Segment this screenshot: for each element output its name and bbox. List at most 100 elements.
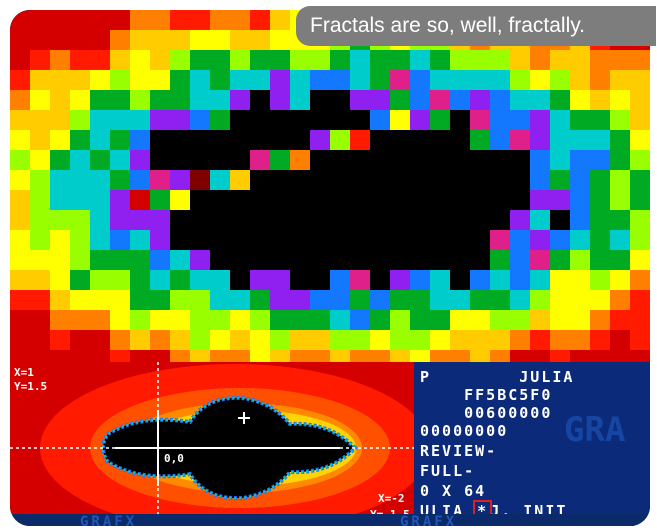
- fractal-pixel: [450, 310, 470, 330]
- fractal-pixel: [90, 290, 110, 310]
- fractal-pixel: [90, 90, 110, 110]
- fractal-pixel: [270, 250, 290, 270]
- fractal-pixel: [610, 110, 630, 130]
- readout-x-max: X=1: [14, 366, 34, 379]
- fractal-pixel: [170, 190, 190, 210]
- fractal-pixel: [590, 350, 610, 362]
- fractal-pixel: [610, 270, 630, 290]
- fractal-pixel: [70, 210, 90, 230]
- fractal-pixel: [610, 70, 630, 90]
- fractal-pixel: [190, 110, 210, 130]
- fractal-pixel: [390, 50, 410, 70]
- info-line-value[interactable]: 00000000: [420, 422, 644, 440]
- fractal-pixel: [530, 310, 550, 330]
- fractal-pixel: [70, 310, 90, 330]
- fractal-pixel: [130, 270, 150, 290]
- fractal-pixel: [150, 210, 170, 230]
- fractal-pixel: [570, 150, 590, 170]
- fractal-pixel: [70, 30, 90, 50]
- fractal-pixel: [550, 250, 570, 270]
- fractal-pixel: [10, 330, 30, 350]
- fractal-pixel: [110, 170, 130, 190]
- fractal-pixel: [210, 310, 230, 330]
- fractal-pixel: [90, 130, 110, 150]
- fractal-pixel: [470, 310, 490, 330]
- fractal-pixel: [30, 70, 50, 90]
- fractal-pixel: [10, 230, 30, 250]
- fractal-pixel: [110, 250, 130, 270]
- info-line-color-2[interactable]: 00600000: [420, 404, 644, 422]
- fractal-pixel: [150, 150, 170, 170]
- fractal-pixel: [630, 130, 650, 150]
- fractal-pixel: [570, 210, 590, 230]
- fractal-pixel: [370, 130, 390, 150]
- fractal-pixel: [110, 290, 130, 310]
- fractal-pixel: [90, 50, 110, 70]
- fractal-pixel: [310, 130, 330, 150]
- fractal-pixel: [230, 310, 250, 330]
- fractal-pixel: [350, 150, 370, 170]
- fractal-pixel: [230, 110, 250, 130]
- fractal-pixel: [570, 350, 590, 362]
- fractal-pixel: [350, 90, 370, 110]
- fractal-pixel: [30, 190, 50, 210]
- fractal-pixel: [410, 170, 430, 190]
- fractal-pixel: [570, 170, 590, 190]
- fractal-pixel: [190, 50, 210, 70]
- fractal-pixel: [110, 150, 130, 170]
- fractal-pixel: [130, 50, 150, 70]
- fractal-pixel: [250, 90, 270, 110]
- fractal-pixel: [50, 230, 70, 250]
- fractal-pixel: [350, 50, 370, 70]
- fractal-pixel: [350, 170, 370, 190]
- fractal-pixel: [510, 330, 530, 350]
- info-line-mode[interactable]: P JULIA: [420, 368, 644, 386]
- info-line-color-1[interactable]: FF5BC5F0: [420, 386, 644, 404]
- fractal-pixel: [190, 190, 210, 210]
- fractal-zoom-view: [10, 10, 650, 362]
- fractal-pixel: [10, 290, 30, 310]
- fractal-pixel: [250, 270, 270, 290]
- fractal-pixel: [510, 130, 530, 150]
- fractal-pixel: [30, 130, 50, 150]
- footer-logo-left: GRAFX: [80, 514, 138, 526]
- fractal-pixel: [30, 30, 50, 50]
- fractal-pixel: [570, 250, 590, 270]
- fractal-pixel: [510, 110, 530, 130]
- fractal-pixel: [550, 270, 570, 290]
- fractal-pixel: [70, 150, 90, 170]
- info-line-review[interactable]: REVIEW-: [420, 442, 644, 460]
- fractal-pixel: [510, 150, 530, 170]
- fractal-pixel: [570, 130, 590, 150]
- fractal-pixel: [90, 210, 110, 230]
- fractal-pixel: [150, 10, 170, 30]
- fractal-pixel: [330, 50, 350, 70]
- fractal-pixel: [630, 150, 650, 170]
- info-line-full[interactable]: FULL-: [420, 462, 644, 480]
- bottom-panel: X=1 Y=1.5 0,0 X=-2 Y=-1.5 GRA P JULIA FF…: [10, 362, 650, 526]
- fractal-pixel: [170, 10, 190, 30]
- fractal-pixel: [190, 90, 210, 110]
- readout-y-max: Y=1.5: [14, 380, 47, 393]
- fractal-pixel: [330, 250, 350, 270]
- fractal-pixel: [250, 190, 270, 210]
- fractal-pixel: [270, 90, 290, 110]
- fractal-pixel: [370, 150, 390, 170]
- fractal-pixel: [530, 230, 550, 250]
- fractal-pixel: [90, 270, 110, 290]
- fractal-pixel: [270, 350, 290, 362]
- fractal-pixel: [350, 350, 370, 362]
- fractal-pixel: [610, 90, 630, 110]
- fractal-pixel: [50, 10, 70, 30]
- mandelbrot-overview[interactable]: X=1 Y=1.5 0,0 X=-2 Y=-1.5: [10, 362, 414, 526]
- fractal-pixel: [250, 130, 270, 150]
- fractal-pixel: [570, 90, 590, 110]
- fractal-pixel: [530, 290, 550, 310]
- fractal-pixel: [110, 230, 130, 250]
- fractal-pixel: [370, 330, 390, 350]
- info-line-resolution[interactable]: 0 X 64: [420, 482, 644, 500]
- fractal-pixel: [10, 350, 30, 362]
- fractal-pixel: [370, 310, 390, 330]
- fractal-pixel: [170, 130, 190, 150]
- fractal-pixel: [150, 90, 170, 110]
